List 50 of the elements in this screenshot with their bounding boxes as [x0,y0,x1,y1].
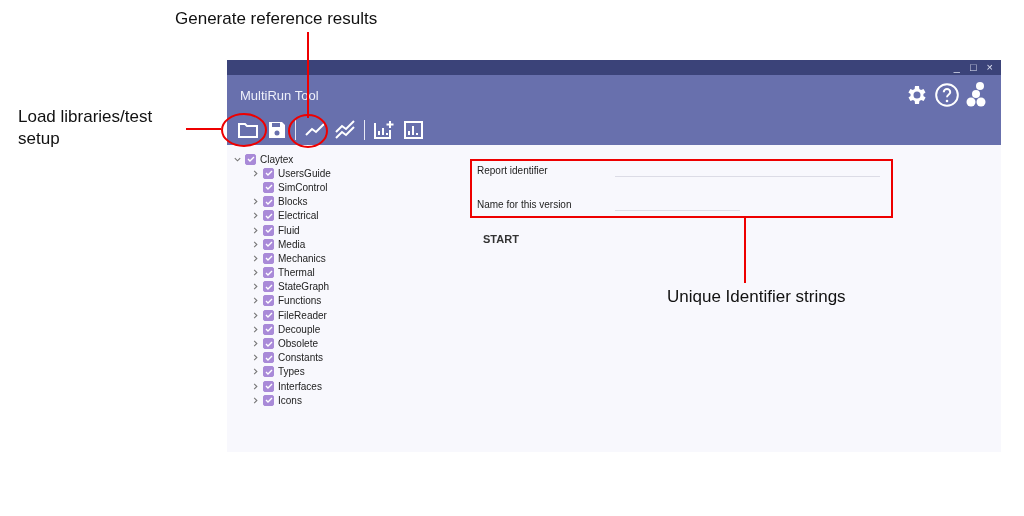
checkbox[interactable] [263,338,274,350]
tree-item[interactable]: Claytex [260,153,294,165]
highlight-circle [221,113,267,147]
checkbox[interactable] [263,380,274,392]
checkbox[interactable] [263,281,274,293]
window-control-button[interactable]: □ [969,62,977,73]
tree-item[interactable]: Blocks [278,196,308,208]
checkbox[interactable] [263,181,274,193]
highlight-circle [288,114,328,148]
tree-item[interactable]: Thermal [278,267,315,279]
checkbox[interactable] [263,267,274,279]
checkbox[interactable] [263,366,274,378]
checkbox[interactable] [263,196,274,208]
annotation-text: Load libraries/test setup [18,106,154,150]
field-label: Name for this version [477,199,573,210]
checkbox[interactable] [263,224,274,236]
checkbox[interactable] [263,352,274,364]
tree-item[interactable]: UsersGuide [278,167,331,179]
checkbox[interactable] [263,252,274,264]
checkbox[interactable] [245,153,256,165]
window-control-button[interactable]: _ [953,62,960,73]
window-control-button[interactable]: × [986,62,993,73]
tree-item[interactable]: Constants [278,352,324,364]
leader-line [185,128,222,130]
tree-item[interactable]: SimControl [278,181,328,193]
tree-item[interactable]: Decouple [278,323,321,335]
tree-item[interactable]: Types [278,366,305,378]
tree-item[interactable]: Electrical [278,210,319,222]
tree-item[interactable]: StateGraph [278,281,330,293]
start-button[interactable]: START [477,233,537,245]
tree-item[interactable]: Interfaces [278,380,322,392]
tree-item[interactable]: Icons [278,394,302,406]
annotation-text: Generate reference results [175,8,378,30]
tree-item[interactable]: FileReader [278,309,327,321]
checkbox[interactable] [263,167,274,179]
field-label: Report identifier [477,165,549,176]
tree-item[interactable]: Fluid [278,224,300,236]
leader-line [744,217,746,284]
checkbox[interactable] [263,210,274,222]
tree-item[interactable]: Mechanics [278,252,326,264]
annotation-text: Unique Identifier strings [667,286,847,308]
chevron-icon[interactable] [251,168,260,178]
tree-item[interactable]: Obsolete [278,338,319,350]
tree-item[interactable]: Media [278,238,306,250]
checkbox[interactable] [263,295,274,307]
tree-item[interactable]: Functions [278,295,322,307]
checkbox[interactable] [263,238,274,250]
checkbox[interactable] [263,394,274,406]
checkbox[interactable] [263,323,274,335]
checkbox[interactable] [263,309,274,321]
